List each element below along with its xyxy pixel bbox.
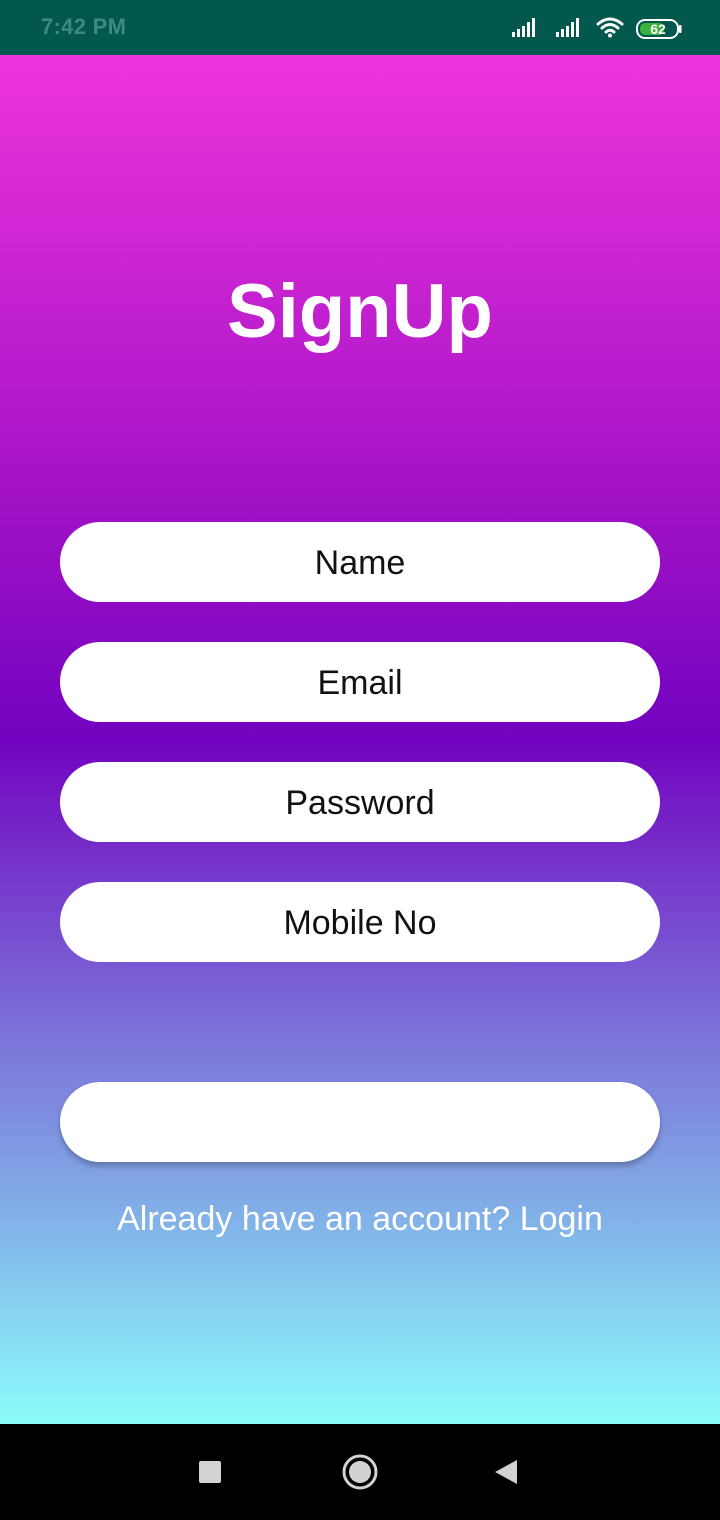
cellular-signal-icon (556, 17, 584, 42)
status-bar: 7:42 PM 62 (0, 0, 720, 55)
wifi-icon (596, 16, 624, 43)
email-placeholder: Email (317, 664, 403, 702)
home-icon (342, 1454, 378, 1490)
login-link[interactable]: Already have an account? Login (0, 1197, 720, 1241)
signup-form-area: SignUp Name Email Password Mobile No Alr… (0, 55, 720, 1424)
mobile-placeholder: Mobile No (283, 904, 437, 942)
recent-apps-button[interactable] (170, 1424, 250, 1520)
home-button[interactable] (320, 1424, 400, 1520)
back-button[interactable] (466, 1424, 546, 1520)
recent-apps-icon (199, 1461, 221, 1483)
name-field[interactable]: Name (60, 522, 660, 602)
name-placeholder: Name (314, 544, 406, 582)
signup-screen: 7:42 PM 62 SignUp Name Email Password Mo… (0, 0, 720, 1520)
mobile-field[interactable]: Mobile No (60, 882, 660, 962)
signup-button[interactable] (60, 1082, 660, 1162)
status-icons: 62 (512, 16, 682, 42)
back-icon (495, 1460, 517, 1484)
password-placeholder: Password (285, 784, 435, 822)
page-title: SignUp (227, 269, 493, 354)
status-time: 7:42 PM (41, 14, 127, 39)
battery-icon: 62 (636, 19, 682, 39)
battery-level: 62 (650, 21, 666, 37)
email-field[interactable]: Email (60, 642, 660, 722)
navigation-bar (0, 1424, 720, 1520)
password-field[interactable]: Password (60, 762, 660, 842)
cellular-signal-icon (512, 17, 540, 42)
